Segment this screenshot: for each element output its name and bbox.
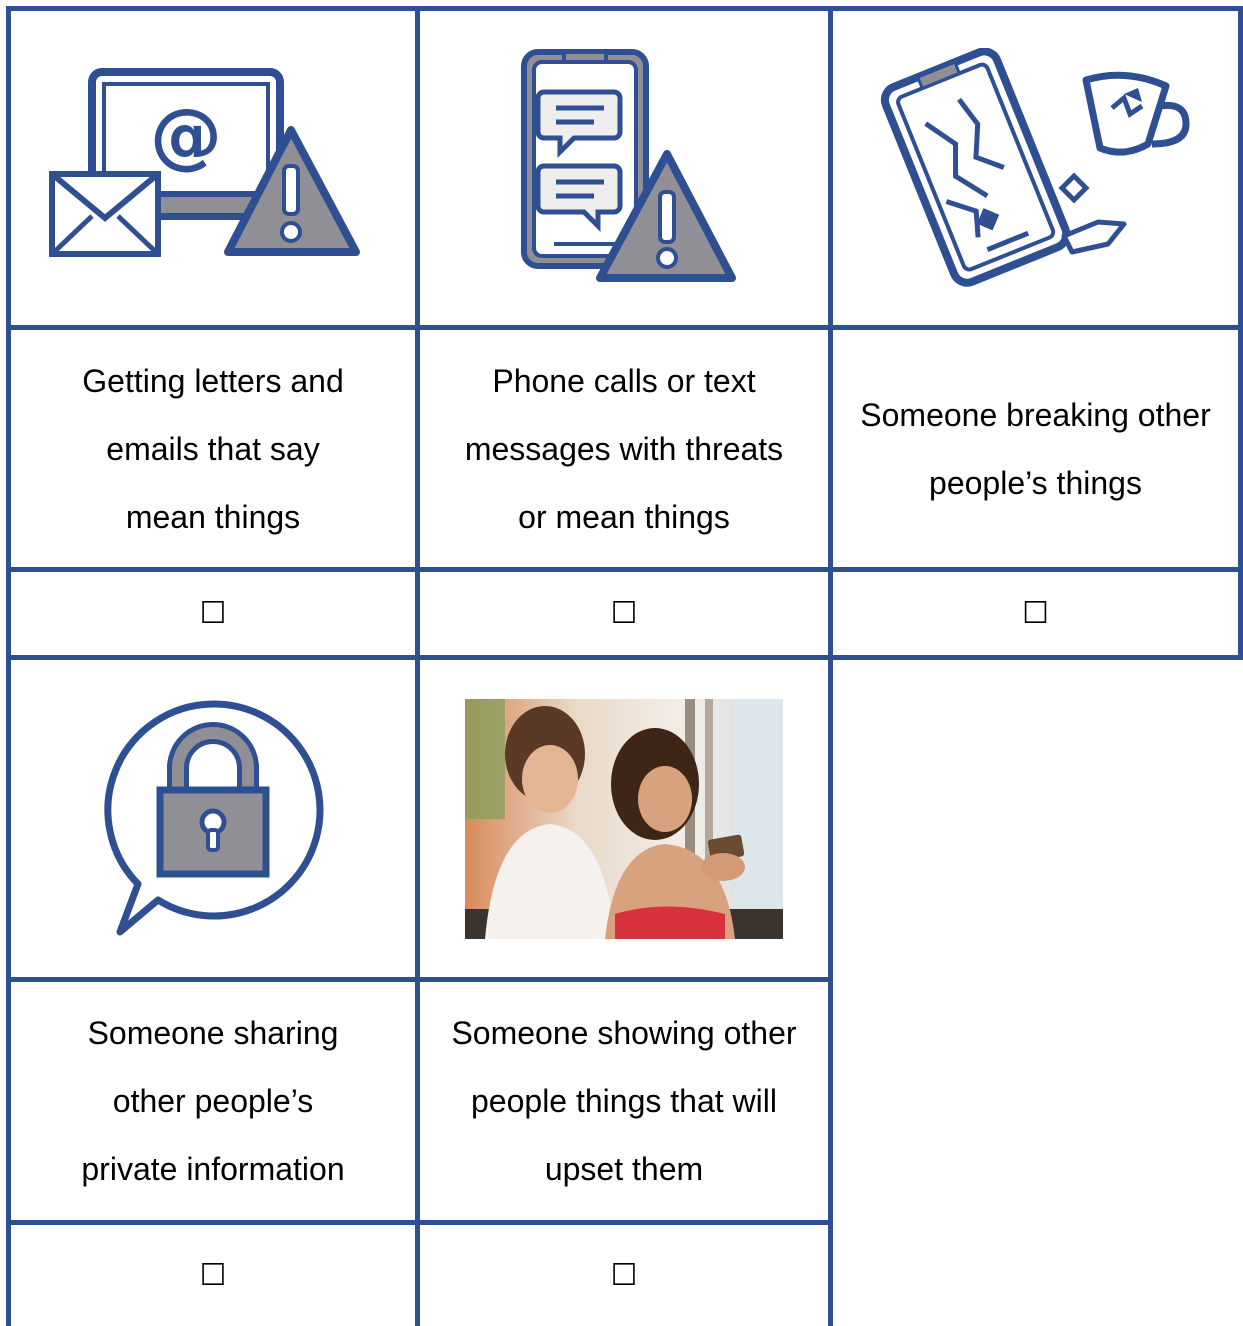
checkbox-cell-4: ☐ bbox=[11, 1225, 415, 1326]
checkbox-2[interactable]: ☐ bbox=[611, 598, 638, 629]
broken-phone-cup-icon bbox=[833, 11, 1238, 325]
phone-message-warning-icon bbox=[420, 11, 828, 325]
grid-line bbox=[1238, 6, 1243, 660]
item-label-5: Someone showing other people things that … bbox=[451, 1015, 797, 1187]
lock-speech-bubble-icon bbox=[11, 660, 415, 977]
checkbox-cell-5: ☐ bbox=[420, 1225, 828, 1326]
checkbox-cell-3: ☐ bbox=[833, 572, 1238, 655]
checkbox-5[interactable]: ☐ bbox=[611, 1260, 638, 1291]
checkbox-3[interactable]: ☐ bbox=[1022, 598, 1049, 629]
item-label-3: Someone breaking other people’s things bbox=[860, 396, 1211, 501]
item-label-1: Getting letters and emails that say mean t… bbox=[82, 362, 344, 535]
checkbox-cell-2: ☐ bbox=[420, 572, 828, 655]
checkbox-4[interactable]: ☐ bbox=[200, 1260, 227, 1291]
checkbox-cell-1: ☐ bbox=[11, 572, 415, 655]
svg-text:@: @ bbox=[150, 93, 222, 177]
checkbox-1[interactable]: ☐ bbox=[200, 598, 227, 629]
item-label-2: Phone calls or text messages with threats… bbox=[464, 362, 784, 535]
item-label-4: Someone sharing other people’s private inf… bbox=[81, 1015, 345, 1187]
two-women-looking-at-phone-photo bbox=[420, 660, 828, 977]
email-warning-icon: @ bbox=[11, 11, 415, 325]
